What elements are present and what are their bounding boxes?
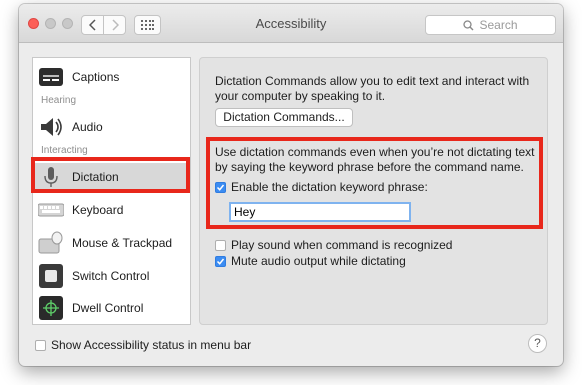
sidebar-item-label: Dictation [72,170,119,184]
captions-icon [39,68,63,86]
sidebar-item-switch-control[interactable]: Switch Control [38,262,186,290]
keyword-phrase-input[interactable]: Hey [229,202,411,222]
sidebar-item-label: Mouse & Trackpad [72,236,173,250]
sidebar-item-label: Keyboard [72,203,124,217]
enable-keyword-label: Enable the dictation keyword phrase: [231,180,428,194]
dwell-control-icon [39,296,63,320]
play-sound-label: Play sound when command is recognized [231,238,453,252]
sidebar-item-label: Dwell Control [72,301,144,315]
mouse-trackpad-icon [38,231,63,254]
search-placeholder: Search [479,18,518,32]
sidebar-item-dwell-control[interactable]: Dwell Control [38,294,186,322]
sidebar-item-label: Captions [72,70,120,84]
dictation-intro-text: Dictation Commands allow you to edit tex… [215,74,530,103]
speaker-icon [41,118,62,136]
checkbox-unchecked-icon [35,339,46,351]
switch-control-icon [39,264,63,288]
sidebar-item-label: Switch Control [72,269,150,283]
microphone-icon [44,167,58,187]
sidebar-item-label: Audio [72,120,103,134]
keyboard-icon [38,203,64,217]
dictation-commands-button[interactable]: Dictation Commands... [215,108,353,127]
sidebar-section-interacting: Interacting [41,145,88,156]
search-icon [463,19,474,30]
play-sound-checkbox[interactable]: Play sound when command is recognized [215,238,452,252]
checkbox-unchecked-icon [215,239,226,251]
enable-keyword-checkbox[interactable]: Enable the dictation keyword phrase: [215,180,428,194]
mute-audio-label: Mute audio output while dictating [231,254,406,268]
sidebar-item-keyboard[interactable]: Keyboard [38,196,186,224]
checkbox-checked-icon [215,181,226,193]
checkbox-checked-icon [215,255,226,267]
title-bar: Accessibility Search [19,4,563,43]
sidebar-item-audio[interactable]: Audio [38,113,186,141]
sidebar-section-hearing: Hearing [41,95,77,106]
help-button[interactable]: ? [528,334,547,353]
keyword-description-text: Use dictation commands even when you’re … [215,145,535,174]
dictation-pane: Dictation Commands allow you to edit tex… [199,57,548,325]
mute-audio-checkbox[interactable]: Mute audio output while dictating [215,254,406,268]
show-status-label: Show Accessibility status in menu bar [51,338,252,352]
accessibility-window: Accessibility Search Captions Hearing Au… [19,4,563,366]
sidebar-item-captions[interactable]: Captions [38,63,186,91]
sidebar-item-mouse-trackpad[interactable]: Mouse & Trackpad [38,229,186,257]
search-field[interactable]: Search [425,15,556,35]
show-status-checkbox[interactable]: Show Accessibility status in menu bar [35,338,251,352]
sidebar-item-dictation[interactable]: Dictation [34,163,189,191]
sidebar: Captions Hearing Audio Interacting Dicta… [32,57,191,325]
